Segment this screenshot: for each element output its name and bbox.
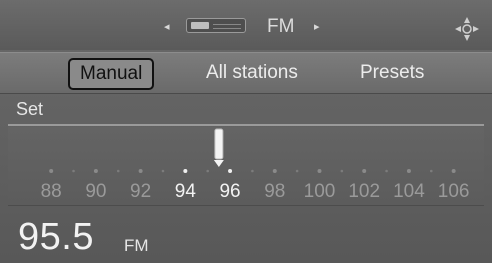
scale-minor-tick (72, 169, 75, 173)
scale-tick (93, 169, 98, 173)
scale-label: 98 (264, 181, 285, 202)
frequency-scale[interactable]: 88 90 92 94 96 98 100 102 104 106 (8, 127, 484, 206)
scale-minor-tick (385, 169, 388, 173)
tab-bar: Manual All stations Presets (0, 52, 492, 94)
scale-label: 88 (41, 181, 62, 202)
scale-label: 94 (175, 181, 197, 202)
source-label[interactable]: FM (267, 16, 294, 38)
scale-label: 106 (438, 181, 470, 202)
scale-minor-tick (116, 169, 120, 173)
frequency-scale-graphic[interactable]: 88 90 92 94 96 98 100 102 104 106 (8, 127, 484, 205)
scale-label: 92 (130, 181, 151, 202)
scale-minor-tick (161, 169, 165, 173)
scale-minor-tick (429, 169, 433, 173)
next-source-arrow[interactable]: ▸ (314, 20, 320, 33)
scale-tick (49, 169, 54, 173)
scale-tick (406, 169, 411, 173)
scale-tick (362, 169, 367, 173)
set-row: Set (8, 96, 484, 126)
tuning-needle (214, 128, 224, 160)
scale-tick (228, 169, 233, 173)
previous-source-arrow[interactable]: ◂ (164, 20, 170, 33)
scale-minor-tick (295, 169, 299, 173)
scale-label: 104 (393, 181, 425, 202)
source-bar: ◂ FM ▸ (0, 0, 492, 50)
scale-minor-tick (251, 169, 254, 173)
tab-presets[interactable]: Presets (360, 53, 424, 93)
scale-tick (272, 169, 277, 173)
scale-label: 100 (304, 181, 336, 202)
navigation-compass-icon[interactable] (452, 14, 482, 44)
frequency-value: 95.5 (18, 216, 94, 258)
tab-manual[interactable]: Manual (68, 58, 155, 90)
tab-all-stations[interactable]: All stations (206, 53, 298, 93)
scale-label: 96 (219, 181, 240, 202)
radio-icon (186, 18, 246, 33)
scale-tick (317, 169, 322, 173)
frequency-unit: FM (124, 236, 149, 255)
radio-screen: ◂ FM ▸ Manual All stations Presets Set 8… (0, 0, 492, 263)
set-label: Set (16, 99, 44, 119)
scale-minor-tick (340, 169, 344, 173)
scale-label: 90 (85, 181, 106, 202)
tuning-needle-pointer (213, 160, 224, 167)
scale-minor-tick (206, 169, 209, 173)
scale-tick (138, 169, 143, 173)
scale-tick (451, 169, 456, 173)
scale-tick (183, 169, 188, 173)
scale-label: 102 (348, 181, 380, 202)
